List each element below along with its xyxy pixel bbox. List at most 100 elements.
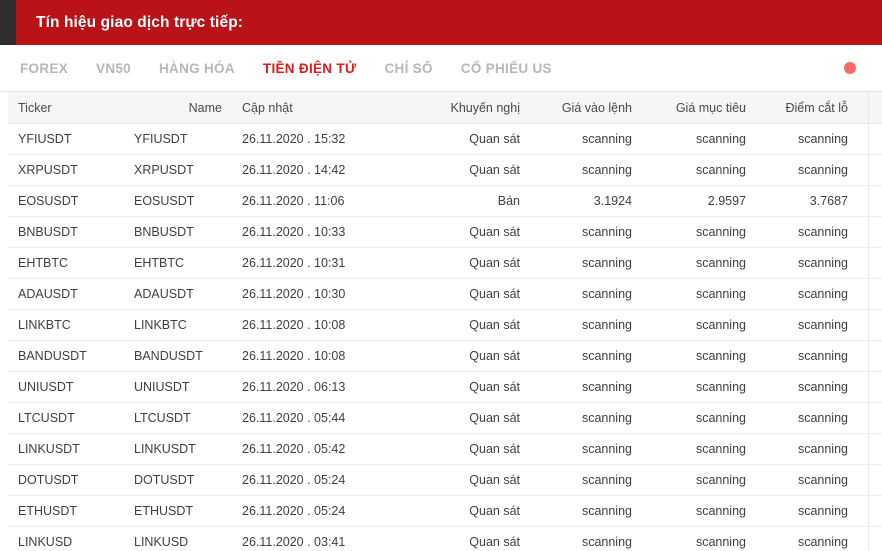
- cell-update: 26.11.2020 . 05:42: [232, 433, 402, 465]
- cell-status: Đóng lệnh: [858, 123, 882, 155]
- cell-target: scanning: [642, 371, 756, 403]
- table-row[interactable]: ADAUSDT ADAUSDT 26.11.2020 . 10:30 Quan sát…: [8, 278, 882, 310]
- cell-name: XRPUSDT: [124, 154, 232, 186]
- table-row[interactable]: XRPUSDT XRPUSDT 26.11.2020 . 14:42 Quan sát…: [8, 154, 882, 186]
- cell-entry: scanning: [530, 371, 642, 403]
- cell-update: 26.11.2020 . 14:42: [232, 154, 402, 186]
- cell-update: 26.11.2020 . 10:08: [232, 340, 402, 372]
- cell-reco[interactable]: Quan sát: [402, 433, 530, 465]
- cell-entry: scanning: [530, 340, 642, 372]
- table-row[interactable]: ETHUSDT ETHUSDT 26.11.2020 . 05:24 Quan sát…: [8, 495, 882, 527]
- cell-ticker: LTCUSDT: [8, 402, 124, 434]
- table-row[interactable]: BNBUSDT BNBUSDT 26.11.2020 . 10:33 Quan sát…: [8, 216, 882, 248]
- column-header-name[interactable]: Name: [124, 92, 232, 124]
- banner-accent-block: [0, 0, 16, 45]
- cell-ticker: LINKBTC: [8, 309, 124, 341]
- table-row[interactable]: LTCUSDT LTCUSDT 26.11.2020 . 05:44 Quan sát…: [8, 402, 882, 434]
- cell-target: scanning: [642, 154, 756, 186]
- cell-reco[interactable]: Quan sát: [402, 216, 530, 248]
- cell-stop: scanning: [756, 371, 858, 403]
- cell-status: Đóng lệnh: [858, 278, 882, 310]
- cell-status: Đóng lệnh: [858, 464, 882, 496]
- tab-cổ-phiếu-us[interactable]: CỔ PHIẾU US: [461, 61, 552, 76]
- cell-ticker: LINKUSD: [8, 526, 124, 551]
- cell-name: ETHUSDT: [124, 495, 232, 527]
- cell-reco[interactable]: Quan sát: [402, 464, 530, 496]
- tab-hàng-hóa[interactable]: HÀNG HÓA: [159, 61, 235, 76]
- cell-reco[interactable]: Quan sát: [402, 123, 530, 155]
- cell-stop: scanning: [756, 309, 858, 341]
- column-header-reco[interactable]: Khuyến nghị: [402, 92, 530, 124]
- table-right-border: [868, 92, 869, 551]
- cell-reco[interactable]: Quan sát: [402, 340, 530, 372]
- cell-stop: scanning: [756, 464, 858, 496]
- cell-name: LINKUSD: [124, 526, 232, 551]
- table-row[interactable]: LINKUSD LINKUSD 26.11.2020 . 03:41 Quan sát…: [8, 526, 882, 551]
- column-header-entry[interactable]: Giá vào lệnh: [530, 92, 642, 124]
- cell-update: 26.11.2020 . 03:41: [232, 526, 402, 551]
- column-header-target[interactable]: Giá mục tiêu: [642, 92, 756, 124]
- cell-reco[interactable]: Quan sát: [402, 371, 530, 403]
- cell-reco[interactable]: Quan sát: [402, 495, 530, 527]
- cell-update: 26.11.2020 . 10:31: [232, 247, 402, 279]
- cell-entry: scanning: [530, 123, 642, 155]
- cell-entry: scanning: [530, 433, 642, 465]
- cell-target: scanning: [642, 433, 756, 465]
- table-row[interactable]: LINKUSDT LINKUSDT 26.11.2020 . 05:42 Quan s…: [8, 433, 882, 465]
- cell-reco[interactable]: Quan sát: [402, 309, 530, 341]
- cell-stop: scanning: [756, 433, 858, 465]
- cell-name: BNBUSDT: [124, 216, 232, 248]
- cell-reco[interactable]: Quan sát: [402, 402, 530, 434]
- cell-reco[interactable]: Quan sát: [402, 154, 530, 186]
- cell-status: Đóng lệnh: [858, 216, 882, 248]
- table-row[interactable]: EOSUSDT EOSUSDT 26.11.2020 . 11:06 Bán 3.192…: [8, 185, 882, 217]
- column-header-update[interactable]: Cập nhật: [232, 92, 402, 124]
- cell-name: EOSUSDT: [124, 185, 232, 217]
- cell-update: 26.11.2020 . 10:08: [232, 309, 402, 341]
- table-row[interactable]: YFIUSDT YFIUSDT 26.11.2020 . 15:32 Quan sát…: [8, 123, 882, 155]
- cell-reco[interactable]: Quan sát: [402, 278, 530, 310]
- cell-entry: scanning: [530, 309, 642, 341]
- cell-name: ADAUSDT: [124, 278, 232, 310]
- cell-status: Đóng lệnh: [858, 371, 882, 403]
- cell-status: Đóng lệnh: [858, 309, 882, 341]
- cell-target: scanning: [642, 309, 756, 341]
- column-header-stop[interactable]: Điểm cắt lỗ: [756, 92, 858, 124]
- cell-name: EHTBTC: [124, 247, 232, 279]
- cell-reco[interactable]: Quan sát: [402, 247, 530, 279]
- cell-ticker: BANDUSDT: [8, 340, 124, 372]
- signals-table-container[interactable]: Ticker Name Cập nhật Khuyến nghị Giá vào lện…: [0, 92, 882, 551]
- cell-target: scanning: [642, 495, 756, 527]
- cell-stop: 3.7687: [756, 185, 858, 217]
- cell-name: YFIUSDT: [124, 123, 232, 155]
- table-body: YFIUSDT YFIUSDT 26.11.2020 . 15:32 Quan sát…: [8, 123, 882, 551]
- column-header-status[interactable]: Trạng thái: [858, 92, 882, 124]
- category-tabbar: FOREX VN50 HÀNG HÓA TIỀN ĐIỆN TỬ CHỈ SỐ CỔ PH…: [0, 45, 882, 92]
- column-header-ticker[interactable]: Ticker: [8, 92, 124, 124]
- cell-stop: scanning: [756, 216, 858, 248]
- cell-reco[interactable]: Quan sát: [402, 526, 530, 551]
- tab-vn50[interactable]: VN50: [96, 61, 131, 76]
- cell-update: 26.11.2020 . 10:33: [232, 216, 402, 248]
- cell-stop: scanning: [756, 340, 858, 372]
- cell-status: Đóng lệnh: [858, 402, 882, 434]
- cell-stop: scanning: [756, 278, 858, 310]
- cell-target: scanning: [642, 526, 756, 551]
- cell-target: scanning: [642, 340, 756, 372]
- tab-forex[interactable]: FOREX: [20, 61, 68, 76]
- cell-ticker: DOTUSDT: [8, 464, 124, 496]
- table-row[interactable]: BANDUSDT BANDUSDT 26.11.2020 . 10:08 Quan s…: [8, 340, 882, 372]
- cell-reco[interactable]: Bán: [402, 185, 530, 217]
- cell-status: Đóng lệnh: [858, 495, 882, 527]
- cell-update: 26.11.2020 . 06:13: [232, 371, 402, 403]
- cell-stop: scanning: [756, 526, 858, 551]
- table-row[interactable]: EHTBTC EHTBTC 26.11.2020 . 10:31 Quan sát sc…: [8, 247, 882, 279]
- cell-stop: scanning: [756, 247, 858, 279]
- table-row[interactable]: LINKBTC LINKBTC 26.11.2020 . 10:08 Quan sát…: [8, 309, 882, 341]
- cell-target: scanning: [642, 216, 756, 248]
- cell-entry: 3.1924: [530, 185, 642, 217]
- tab-tiền-điện-tử[interactable]: TIỀN ĐIỆN TỬ: [263, 61, 357, 76]
- table-row[interactable]: DOTUSDT DOTUSDT 26.11.2020 . 05:24 Quan sát…: [8, 464, 882, 496]
- tab-chỉ-số[interactable]: CHỈ SỐ: [384, 61, 432, 76]
- table-row[interactable]: UNIUSDT UNIUSDT 26.11.2020 . 06:13 Quan sát…: [8, 371, 882, 403]
